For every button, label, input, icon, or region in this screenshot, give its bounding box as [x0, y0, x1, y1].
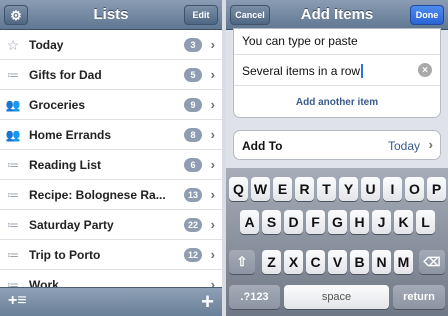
key-q[interactable]: Q [229, 177, 248, 201]
chevron-right-icon: › [210, 37, 215, 52]
add-items-nav-bar: Cancel Add Items Done [226, 0, 448, 30]
bottom-toolbar: +≡ + [0, 287, 222, 316]
add-another-label: Add another item [295, 96, 379, 108]
shared-list-icon: 👥 [5, 98, 21, 112]
chevron-right-icon: › [210, 157, 215, 172]
key-e[interactable]: E [273, 177, 292, 201]
list-icon: ≔ [7, 248, 19, 262]
chevron-right-icon: › [210, 187, 215, 202]
chevron-right-icon: › [210, 97, 215, 112]
list-icon: ≔ [7, 218, 19, 232]
list-item-label: Groceries [29, 98, 86, 112]
key-v[interactable]: V [328, 250, 347, 274]
key-n[interactable]: N [372, 250, 391, 274]
shift-key[interactable]: ⇧ [229, 250, 255, 274]
key-t[interactable]: T [317, 177, 336, 201]
add-another-item-button[interactable]: Add another item [234, 87, 440, 117]
key-u[interactable]: U [361, 177, 380, 201]
item-field-1[interactable]: You can type or paste [234, 29, 440, 55]
list-icon: ≔ [7, 68, 19, 82]
key-w[interactable]: W [251, 177, 270, 201]
key-z[interactable]: Z [262, 250, 281, 274]
done-button[interactable]: Done [410, 5, 444, 25]
key-l[interactable]: L [416, 210, 435, 234]
delete-key[interactable]: ⌫ [419, 250, 445, 274]
app-screen: ⚙ Lists Edit ☆ Today 3 › ≔ Gifts for Dad… [0, 0, 448, 316]
count-badge: 6 [184, 158, 202, 172]
item-text-1: You can type or paste [242, 34, 358, 48]
space-key[interactable]: space [284, 285, 389, 309]
list-item-saturday-party[interactable]: ≔ Saturday Party 22 › [0, 210, 222, 240]
items-card: You can type or paste Several items in a… [233, 28, 441, 118]
add-items-screen: Cancel Add Items Done You can type or pa… [226, 0, 448, 316]
key-f[interactable]: F [306, 210, 325, 234]
add-to-value: Today [387, 139, 420, 153]
chevron-right-icon: › [428, 137, 433, 152]
lists-table: ☆ Today 3 › ≔ Gifts for Dad 5 › 👥 Grocer… [0, 30, 222, 300]
list-item-home-errands[interactable]: 👥 Home Errands 8 › [0, 120, 222, 150]
key-g[interactable]: G [328, 210, 347, 234]
list-item-label: Saturday Party [29, 218, 114, 232]
lists-nav-bar: ⚙ Lists Edit [0, 0, 222, 30]
key-a[interactable]: A [240, 210, 259, 234]
list-item-trip-to-porto[interactable]: ≔ Trip to Porto 12 › [0, 240, 222, 270]
key-h[interactable]: H [350, 210, 369, 234]
key-i[interactable]: I [383, 177, 402, 201]
key-s[interactable]: S [262, 210, 281, 234]
backspace-icon: ⌫ [423, 255, 441, 269]
count-badge: 12 [183, 248, 202, 262]
chevron-right-icon: › [210, 67, 215, 82]
list-item-label: Recipe: Bolognese Ra... [29, 188, 166, 202]
chevron-right-icon: › [210, 127, 215, 142]
list-icon: ≔ [7, 158, 19, 172]
key-b[interactable]: B [350, 250, 369, 274]
count-badge: 13 [183, 188, 202, 202]
item-text-2: Several items in a row [242, 64, 364, 78]
key-y[interactable]: Y [339, 177, 358, 201]
count-badge: 3 [184, 38, 202, 52]
list-item-groceries[interactable]: 👥 Groceries 9 › [0, 90, 222, 120]
list-item-label: Gifts for Dad [29, 68, 102, 82]
key-d[interactable]: D [284, 210, 303, 234]
list-item-label: Today [29, 38, 64, 52]
key-c[interactable]: C [306, 250, 325, 274]
item-field-2[interactable]: Several items in a row × [234, 56, 440, 86]
list-icon: ≔ [7, 188, 19, 202]
star-icon: ☆ [6, 36, 20, 53]
key-p[interactable]: P [427, 177, 446, 201]
list-item-label: Trip to Porto [29, 248, 101, 262]
lists-screen: ⚙ Lists Edit ☆ Today 3 › ≔ Gifts for Dad… [0, 0, 222, 316]
shift-icon: ⇧ [236, 254, 248, 269]
add-list-icon[interactable]: +≡ [8, 292, 27, 310]
chevron-right-icon: › [210, 247, 215, 262]
key-m[interactable]: M [394, 250, 413, 274]
key-o[interactable]: O [405, 177, 424, 201]
list-item-recipe[interactable]: ≔ Recipe: Bolognese Ra... 13 › [0, 180, 222, 210]
count-badge: 8 [184, 128, 202, 142]
list-item-label: Reading List [29, 158, 102, 172]
numbers-key[interactable]: .?123 [229, 285, 280, 309]
key-k[interactable]: K [394, 210, 413, 234]
edit-button[interactable]: Edit [184, 5, 218, 25]
return-key[interactable]: return [393, 285, 445, 309]
key-x[interactable]: X [284, 250, 303, 274]
list-item-gifts-for-dad[interactable]: ≔ Gifts for Dad 5 › [0, 60, 222, 90]
count-badge: 22 [183, 218, 202, 232]
add-to-row[interactable]: Add To Today › [233, 130, 441, 160]
count-badge: 5 [184, 68, 202, 82]
clear-icon[interactable]: × [418, 63, 432, 77]
key-r[interactable]: R [295, 177, 314, 201]
keyboard: Q W E R T Y U I O P A S D F G H J K L ⇧ … [226, 168, 448, 316]
shared-list-icon: 👥 [5, 128, 21, 142]
list-item-today[interactable]: ☆ Today 3 › [0, 30, 222, 60]
chevron-right-icon: › [210, 217, 215, 232]
count-badge: 9 [184, 98, 202, 112]
list-item-reading-list[interactable]: ≔ Reading List 6 › [0, 150, 222, 180]
plus-icon[interactable]: + [201, 289, 214, 315]
list-item-label: Home Errands [29, 128, 112, 142]
add-to-label: Add To [242, 139, 283, 153]
key-j[interactable]: J [372, 210, 391, 234]
